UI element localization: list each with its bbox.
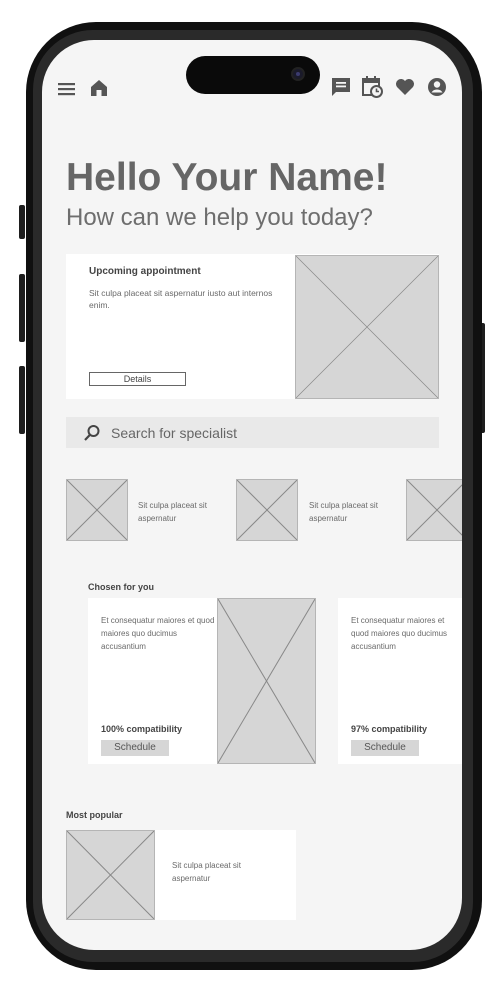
appointment-heading: Upcoming appointment bbox=[89, 266, 201, 277]
chosen-heading: Chosen for you bbox=[88, 582, 155, 592]
popular-text: Sit culpa placeat sit aspernatur bbox=[172, 861, 241, 883]
chosen-card-2-compat: 97% compatibility bbox=[351, 724, 428, 734]
popular-card[interactable]: Sit culpa placeat sit aspernatur bbox=[66, 830, 296, 920]
chosen-card-1-compat: 100% compatibility bbox=[101, 724, 183, 734]
home-icon[interactable] bbox=[90, 79, 108, 97]
specialist-2-text: Sit culpa placeat sit aspernatur bbox=[309, 501, 378, 523]
user-icon[interactable] bbox=[427, 77, 447, 97]
popular-heading: Most popular bbox=[66, 810, 123, 820]
search-bar[interactable]: Search for specialist bbox=[66, 417, 439, 448]
schedule-button-1-label: Schedule bbox=[114, 742, 156, 753]
specialist-3-image[interactable] bbox=[406, 479, 462, 541]
screen: Hello Your Name! How can we help you tod… bbox=[42, 40, 462, 950]
chat-icon[interactable] bbox=[331, 77, 351, 97]
greeting-title: Hello Your Name! bbox=[66, 156, 388, 199]
chosen-card-1[interactable]: Et consequatur maiores et quod maiores q… bbox=[88, 598, 316, 764]
schedule-button-2-label: Schedule bbox=[364, 742, 406, 753]
camera-icon bbox=[291, 67, 305, 81]
search-icon bbox=[83, 424, 101, 442]
schedule-button-1[interactable]: Schedule bbox=[101, 740, 169, 756]
heart-icon[interactable] bbox=[395, 78, 415, 96]
details-button[interactable]: Details bbox=[89, 372, 186, 386]
specialist-1-image[interactable] bbox=[66, 479, 128, 541]
action-button bbox=[19, 205, 25, 239]
appointment-image bbox=[295, 255, 439, 399]
appointment-card[interactable]: Upcoming appointment Sit culpa placeat s… bbox=[66, 254, 439, 399]
chosen-card-2[interactable]: Et consequatur maiores et quod maiores q… bbox=[338, 598, 462, 764]
search-placeholder: Search for specialist bbox=[111, 425, 238, 441]
volume-up-button bbox=[19, 274, 25, 342]
calendar-icon[interactable] bbox=[362, 76, 384, 98]
specialist-1-text: Sit culpa placeat sit aspernatur bbox=[138, 501, 207, 523]
chosen-card-2-body: Et consequatur maiores et quod maiores q… bbox=[351, 616, 448, 651]
schedule-button-2[interactable]: Schedule bbox=[351, 740, 419, 756]
specialist-2-image[interactable] bbox=[236, 479, 298, 541]
hamburger-icon[interactable] bbox=[58, 82, 76, 96]
popular-image bbox=[66, 830, 155, 920]
volume-down-button bbox=[19, 366, 25, 434]
details-button-label: Details bbox=[123, 374, 152, 384]
chosen-card-1-body: Et consequatur maiores et quod maiores q… bbox=[101, 616, 215, 651]
chosen-card-1-image bbox=[217, 598, 316, 764]
appointment-body: Sit culpa placeat sit aspernatur iusto a… bbox=[89, 288, 273, 310]
greeting-subtitle: How can we help you today? bbox=[66, 204, 373, 231]
